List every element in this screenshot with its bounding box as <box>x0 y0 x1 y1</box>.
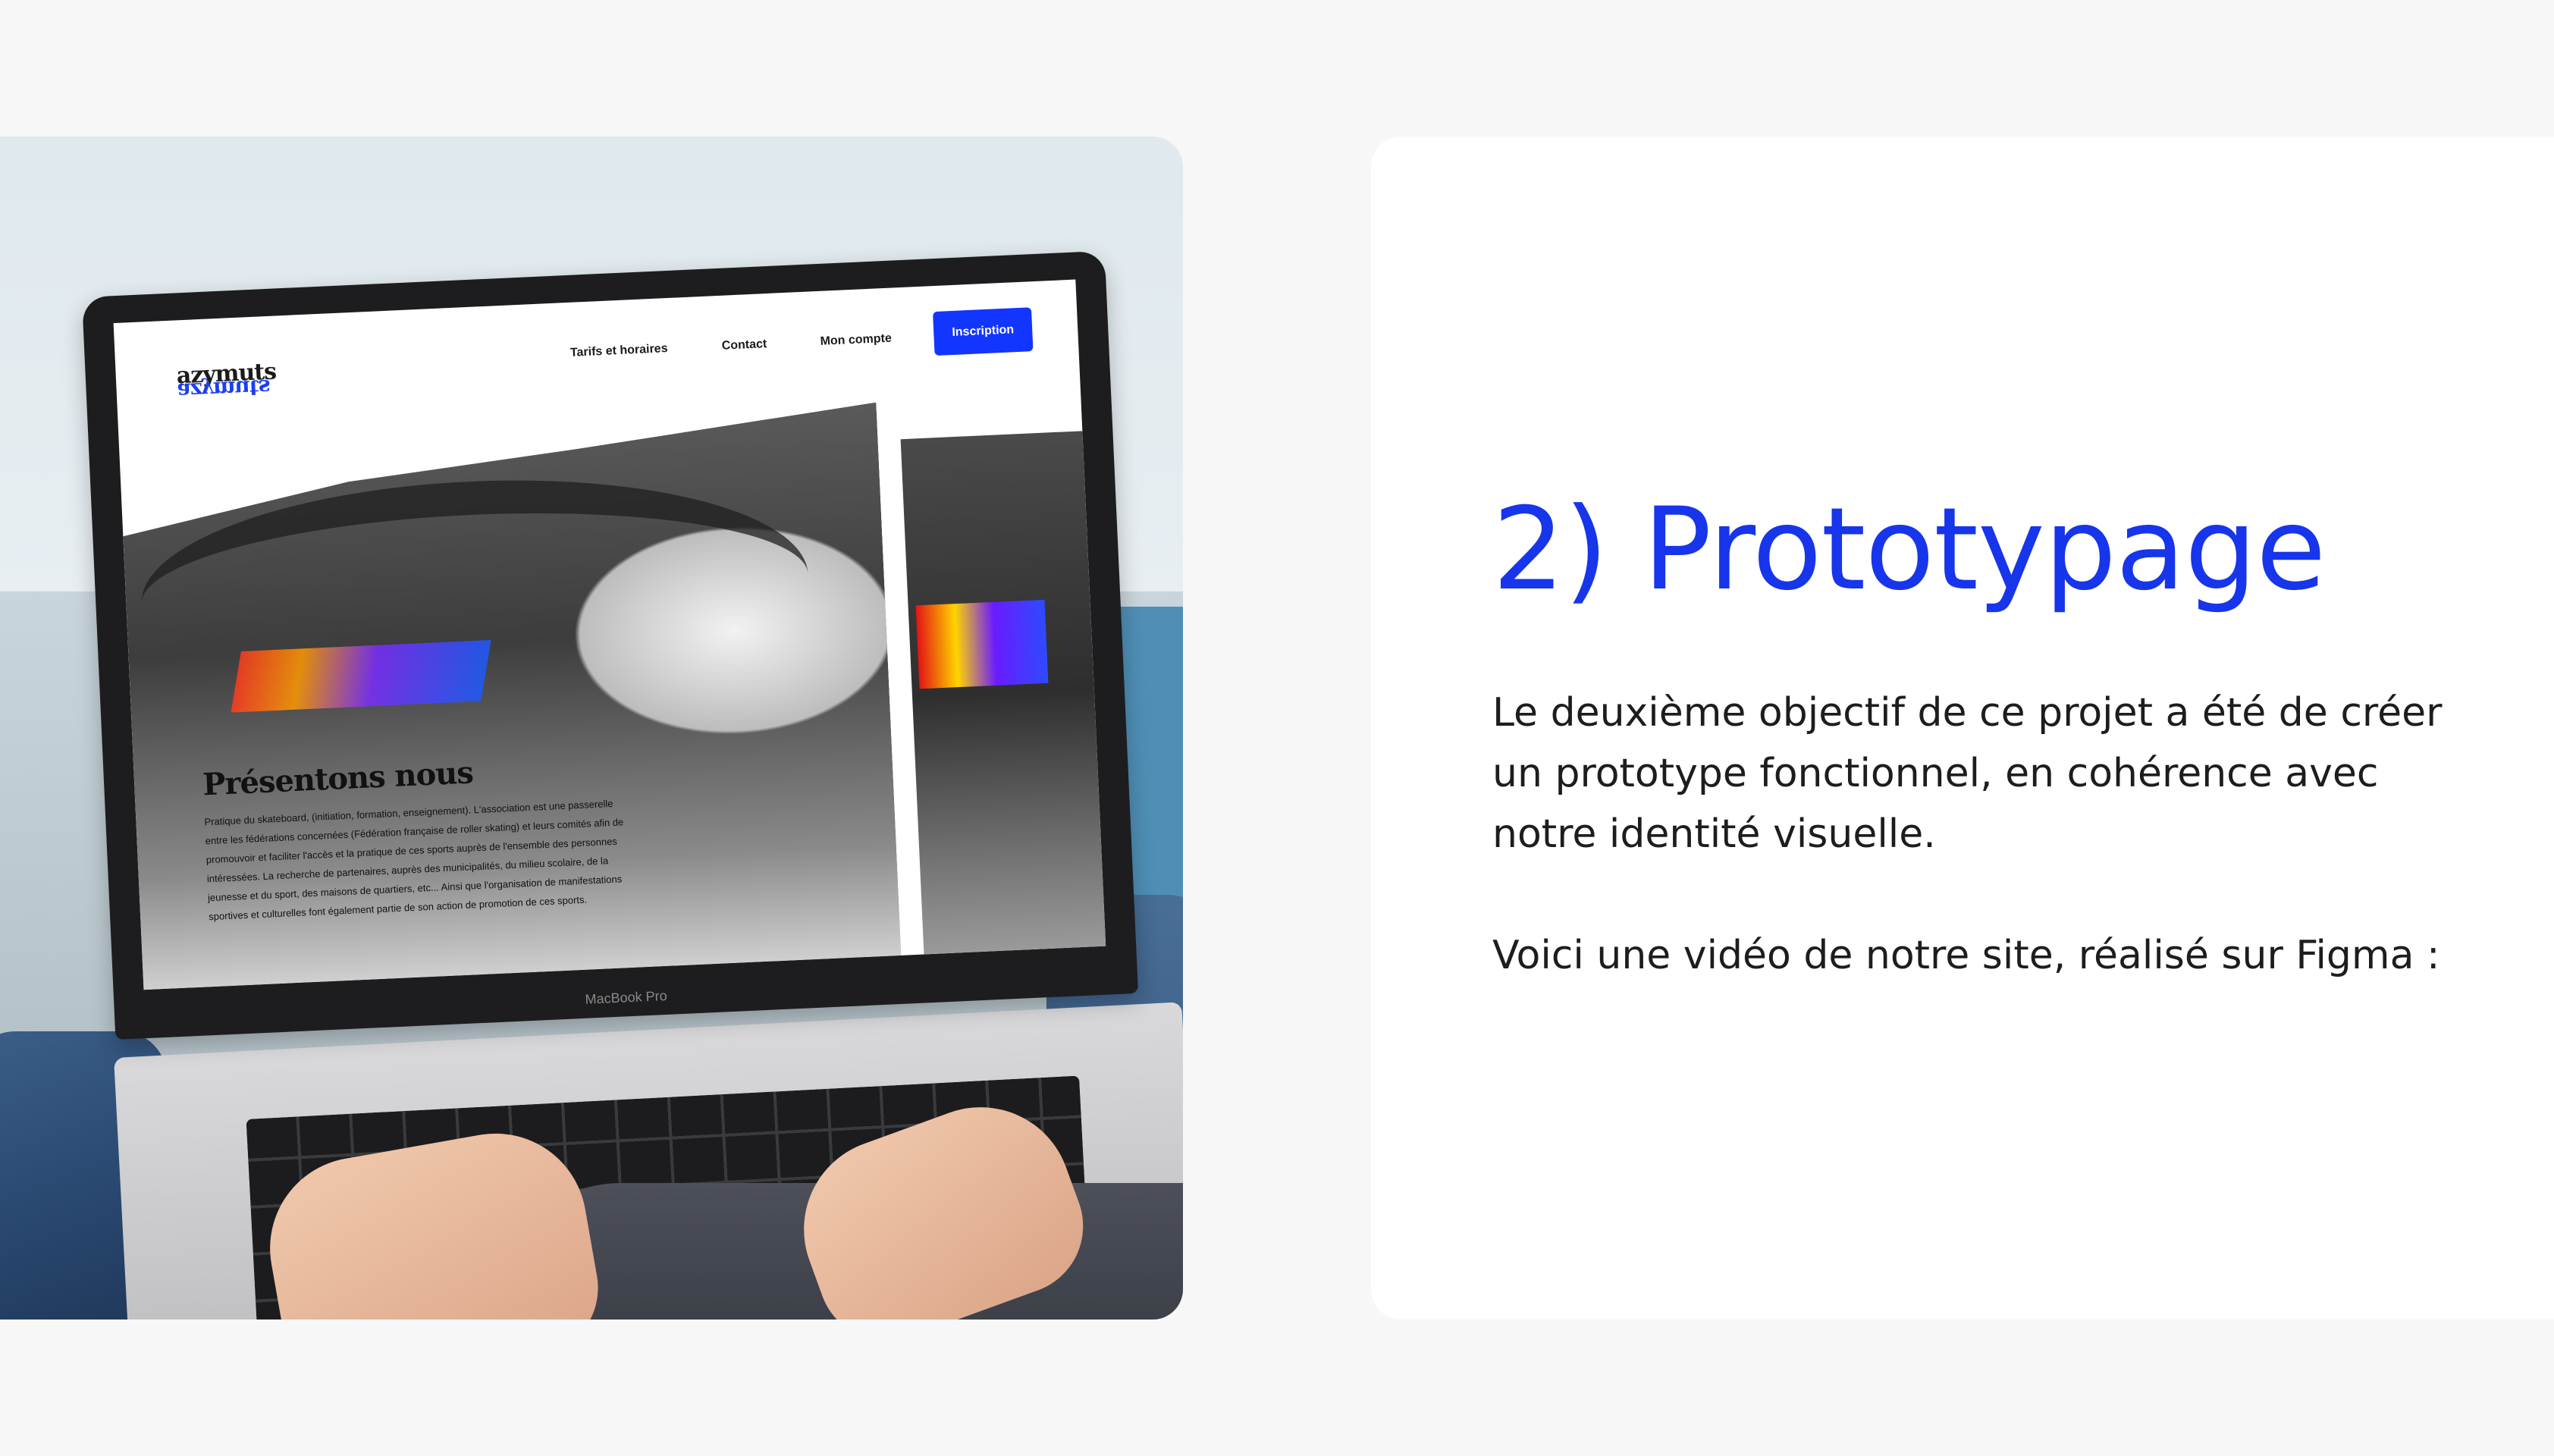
slide: azymuts azymuts Tarifs et horaires Conta… <box>0 0 2554 1456</box>
laptop-lid: azymuts azymuts Tarifs et horaires Conta… <box>82 250 1139 1040</box>
signup-button[interactable]: Inscription <box>933 307 1034 356</box>
glitch-effect-right <box>915 599 1049 689</box>
laptop-screen: azymuts azymuts Tarifs et horaires Conta… <box>113 279 1106 990</box>
text-card: 2) Prototypage Le deuxième objectif de c… <box>1371 136 2554 1320</box>
nav-tarifs[interactable]: Tarifs et horaires <box>570 342 668 360</box>
site-logo-reflection: azymuts <box>177 374 271 404</box>
hero-text: Pratique du skateboard, (initiation, for… <box>204 797 624 923</box>
section-title: 2) Prototypage <box>1492 484 2326 616</box>
nav-contact[interactable]: Contact <box>721 337 767 353</box>
hero-image-side <box>900 431 1106 955</box>
nav-account[interactable]: Mon compte <box>820 332 892 349</box>
laptop-photo: azymuts azymuts Tarifs et horaires Conta… <box>0 136 1183 1320</box>
glitch-effect <box>231 639 491 713</box>
section-paragraph-1: Le deuxième objectif de ce projet a été … <box>1492 690 2443 857</box>
site-navbar: azymuts azymuts Tarifs et horaires Conta… <box>114 280 1081 437</box>
site-logo[interactable]: azymuts azymuts <box>176 359 278 404</box>
section-paragraph-2: Voici une vidéo de notre site, réalisé s… <box>1492 933 2440 978</box>
